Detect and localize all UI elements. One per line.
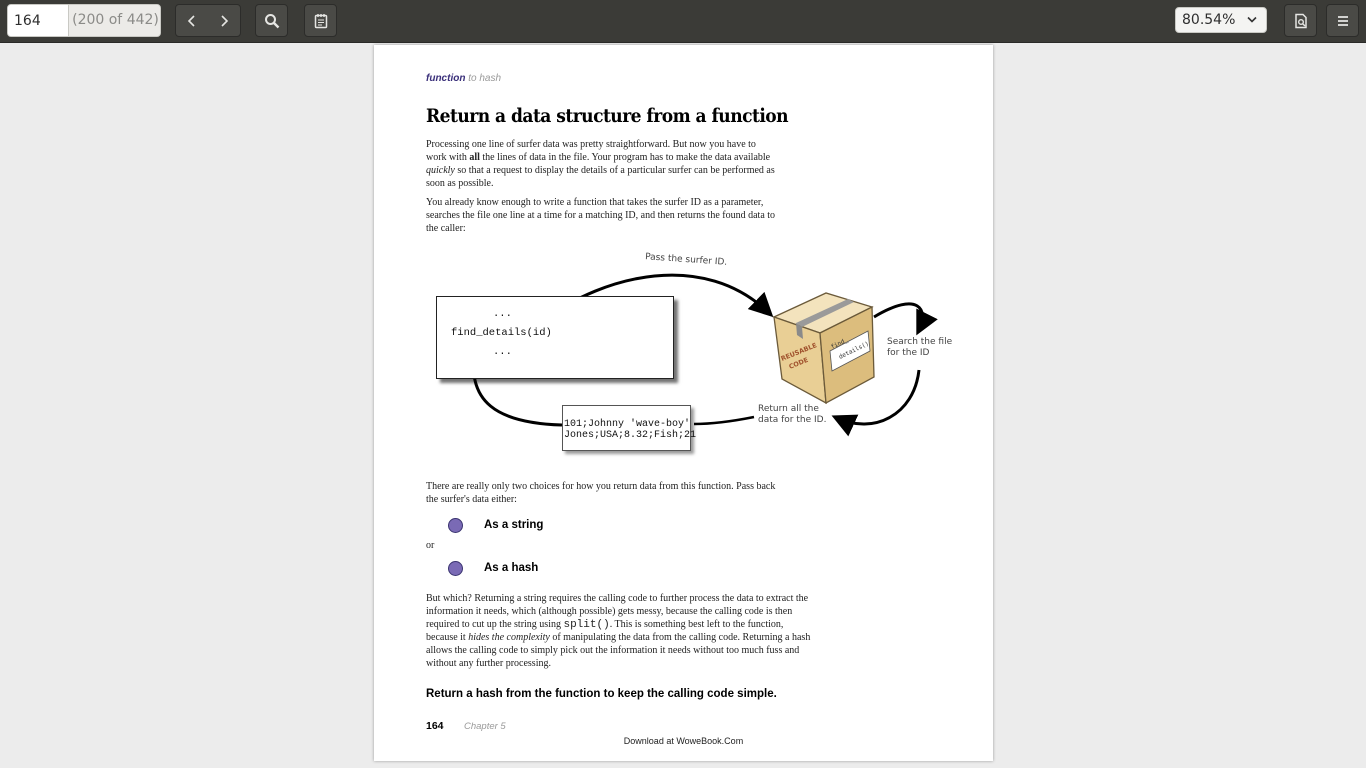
- page-number-field[interactable]: (200 of 442): [7, 4, 161, 37]
- menu-icon: [1337, 15, 1348, 26]
- page-folio-chapter: Chapter 5: [464, 721, 506, 732]
- chevron-right-icon: [221, 14, 229, 27]
- find-button[interactable]: [255, 4, 288, 37]
- download-note: Download at WoweBook.Com: [623, 736, 744, 746]
- return-label: Return all the data for the ID.: [758, 404, 826, 426]
- document-page: function to hash Return a data structure…: [374, 45, 993, 761]
- next-page-button[interactable]: [208, 5, 240, 36]
- return-label-line-2: data for the ID.: [758, 415, 827, 425]
- inline-code: split(): [563, 618, 610, 631]
- document-properties-button[interactable]: [1284, 4, 1317, 37]
- calling-code-box: ... find_details(id) ...: [436, 296, 674, 379]
- annotations-button[interactable]: [304, 4, 337, 37]
- data-line-1: 101;Johnny 'wave-boy': [564, 419, 691, 430]
- toolbar: (200 of 442) 80.54%: [0, 0, 1366, 43]
- emphasis-italic: hides the complexity: [468, 631, 550, 643]
- annotations-icon: [314, 13, 327, 28]
- return-line: [693, 415, 755, 426]
- chevron-down-icon: [1247, 16, 1257, 23]
- main-menu-button[interactable]: [1326, 4, 1359, 37]
- page-total-label: (200 of 442): [68, 5, 160, 36]
- search-label: Search the file for the ID: [887, 337, 952, 359]
- search-icon: [264, 13, 279, 28]
- search-label-line-2: for the ID: [887, 348, 930, 358]
- code-line-2: find_details(id): [451, 327, 552, 339]
- reusable-code-box-illustration: find_ details() REUSABLE CODE: [772, 292, 875, 405]
- paragraph-choices: There are really only two choices for ho…: [426, 481, 776, 505]
- option-hash: As a hash: [484, 562, 539, 574]
- code-line-1: ...: [493, 308, 512, 320]
- page-navigation-group: [175, 4, 241, 37]
- paragraph-which: But which? Returning a string requires t…: [426, 593, 816, 670]
- option-string: As a string: [484, 519, 544, 531]
- previous-page-button[interactable]: [176, 5, 208, 36]
- search-label-line-1: Search the file: [887, 337, 953, 347]
- zoom-select[interactable]: 80.54%: [1175, 7, 1267, 33]
- page-number-input[interactable]: [8, 5, 68, 36]
- or-text: or: [426, 540, 435, 551]
- search-arrow-top: [873, 302, 938, 336]
- zoom-value: 80.54%: [1182, 12, 1236, 28]
- document-properties-icon: [1294, 13, 1307, 28]
- page-folio-number: 164: [426, 720, 444, 732]
- bullet-icon: [448, 518, 463, 533]
- code-line-3: ...: [493, 346, 512, 358]
- chevron-left-icon: [187, 14, 195, 27]
- conclusion-statement: Return a hash from the function to keep …: [426, 688, 777, 700]
- bullet-icon: [448, 561, 463, 576]
- data-line-2: Jones;USA;8.32;Fish;21: [564, 430, 697, 441]
- returned-data-box: 101;Johnny 'wave-boy' Jones;USA;8.32;Fis…: [562, 405, 696, 451]
